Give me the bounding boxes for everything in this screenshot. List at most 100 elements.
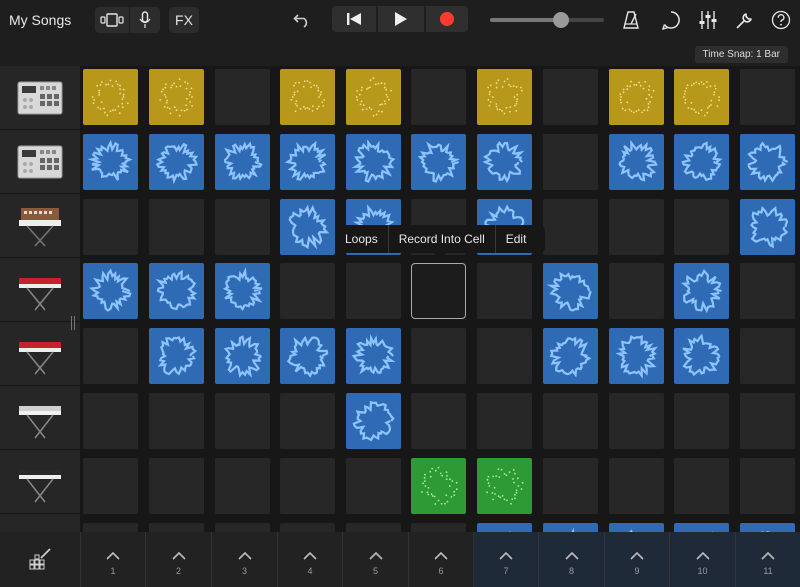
column-trigger-7[interactable]: 7	[473, 532, 538, 587]
track-header-black-keyboard[interactable]	[0, 450, 80, 514]
empty-cell[interactable]	[215, 458, 270, 514]
empty-cell[interactable]	[543, 458, 598, 514]
track-header-drum-machine[interactable]	[0, 66, 80, 130]
empty-cell[interactable]	[477, 263, 532, 319]
column-trigger-11[interactable]: 11	[735, 532, 800, 587]
empty-cell[interactable]	[411, 523, 466, 532]
column-trigger-8[interactable]: 8	[538, 532, 604, 587]
yellow-loop-cell[interactable]	[477, 69, 532, 125]
blue-loop-cell[interactable]	[346, 134, 401, 190]
blue-loop-cell[interactable]	[346, 328, 401, 384]
blue-loop-cell[interactable]	[674, 523, 729, 532]
blue-loop-cell[interactable]	[411, 134, 466, 190]
column-trigger-6[interactable]: 6	[408, 532, 473, 587]
blue-loop-cell[interactable]	[543, 263, 598, 319]
empty-cell[interactable]	[83, 458, 138, 514]
empty-cell[interactable]	[280, 523, 335, 532]
blue-loop-cell[interactable]	[149, 328, 204, 384]
selected-cell[interactable]	[411, 263, 466, 319]
yellow-loop-cell[interactable]	[149, 69, 204, 125]
loops-menu-item[interactable]: Loops	[335, 225, 388, 253]
empty-cell[interactable]	[411, 69, 466, 125]
empty-cell[interactable]	[346, 458, 401, 514]
empty-cell[interactable]	[411, 328, 466, 384]
yellow-loop-cell[interactable]	[83, 69, 138, 125]
track-header-drum-machine-2[interactable]	[0, 130, 80, 194]
blue-loop-cell[interactable]	[609, 328, 664, 384]
yellow-loop-cell[interactable]	[346, 69, 401, 125]
yellow-loop-cell[interactable]	[609, 69, 664, 125]
yellow-loop-cell[interactable]	[674, 69, 729, 125]
blue-loop-cell[interactable]	[674, 263, 729, 319]
master-volume-slider[interactable]	[490, 12, 604, 28]
empty-cell[interactable]	[83, 393, 138, 449]
track-header-partial[interactable]	[0, 514, 80, 532]
column-trigger-1[interactable]: 1	[80, 532, 145, 587]
empty-cell[interactable]	[215, 199, 270, 255]
blue-loop-cell[interactable]	[215, 134, 270, 190]
empty-cell[interactable]	[674, 458, 729, 514]
empty-cell[interactable]	[543, 134, 598, 190]
empty-cell[interactable]	[674, 393, 729, 449]
blue-loop-cell[interactable]	[543, 523, 598, 532]
green-loop-cell[interactable]	[477, 458, 532, 514]
empty-cell[interactable]	[740, 69, 795, 125]
blue-loop-cell[interactable]	[215, 328, 270, 384]
empty-cell[interactable]	[740, 393, 795, 449]
blue-loop-cell[interactable]	[740, 199, 795, 255]
blue-loop-cell[interactable]	[83, 263, 138, 319]
go-to-beginning-button[interactable]	[332, 6, 376, 32]
time-snap-button[interactable]: Time Snap: 1 Bar	[694, 46, 788, 63]
empty-cell[interactable]	[477, 328, 532, 384]
empty-cell[interactable]	[346, 523, 401, 532]
mixer-button[interactable]	[696, 9, 720, 31]
empty-cell[interactable]	[149, 199, 204, 255]
loop-browser-button[interactable]	[660, 9, 682, 31]
empty-cell[interactable]	[543, 393, 598, 449]
blue-loop-cell[interactable]	[543, 328, 598, 384]
browser-button[interactable]	[95, 7, 129, 33]
blue-loop-cell[interactable]	[149, 134, 204, 190]
resize-handle[interactable]	[70, 316, 76, 330]
my-songs-button[interactable]: My Songs	[9, 12, 71, 28]
blue-loop-cell[interactable]	[740, 134, 795, 190]
track-header-red-keyboard-2[interactable]	[0, 322, 80, 386]
blue-loop-cell[interactable]	[740, 523, 795, 532]
record-into-cell-menu-item[interactable]: Record Into Cell	[389, 225, 495, 253]
column-trigger-9[interactable]: 9	[604, 532, 669, 587]
empty-cell[interactable]	[83, 328, 138, 384]
empty-cell[interactable]	[740, 458, 795, 514]
empty-cell[interactable]	[149, 393, 204, 449]
settings-button[interactable]	[734, 9, 756, 31]
column-trigger-2[interactable]: 2	[145, 532, 211, 587]
blue-loop-cell[interactable]	[149, 263, 204, 319]
blue-loop-cell[interactable]	[674, 134, 729, 190]
edit-grid-button[interactable]	[0, 532, 80, 587]
track-header-synth[interactable]	[0, 194, 80, 258]
blue-loop-cell[interactable]	[83, 134, 138, 190]
metronome-button[interactable]	[620, 9, 642, 31]
empty-cell[interactable]	[149, 458, 204, 514]
empty-cell[interactable]	[346, 263, 401, 319]
blue-loop-cell[interactable]	[674, 328, 729, 384]
edit-menu-item[interactable]: Edit	[496, 225, 537, 253]
play-button[interactable]	[378, 6, 424, 32]
empty-cell[interactable]	[543, 69, 598, 125]
fx-button[interactable]: FX	[169, 7, 199, 33]
empty-cell[interactable]	[280, 393, 335, 449]
blue-loop-cell[interactable]	[215, 263, 270, 319]
empty-cell[interactable]	[740, 263, 795, 319]
help-button[interactable]	[770, 9, 792, 31]
empty-cell[interactable]	[411, 393, 466, 449]
column-trigger-10[interactable]: 10	[669, 532, 735, 587]
blue-loop-cell[interactable]	[280, 328, 335, 384]
empty-cell[interactable]	[477, 393, 532, 449]
blue-loop-cell[interactable]	[609, 523, 664, 532]
column-trigger-4[interactable]: 4	[277, 532, 342, 587]
empty-cell[interactable]	[215, 69, 270, 125]
empty-cell[interactable]	[609, 458, 664, 514]
empty-cell[interactable]	[609, 393, 664, 449]
undo-button[interactable]	[292, 10, 312, 30]
blue-loop-cell[interactable]	[477, 134, 532, 190]
blue-loop-cell[interactable]	[609, 134, 664, 190]
